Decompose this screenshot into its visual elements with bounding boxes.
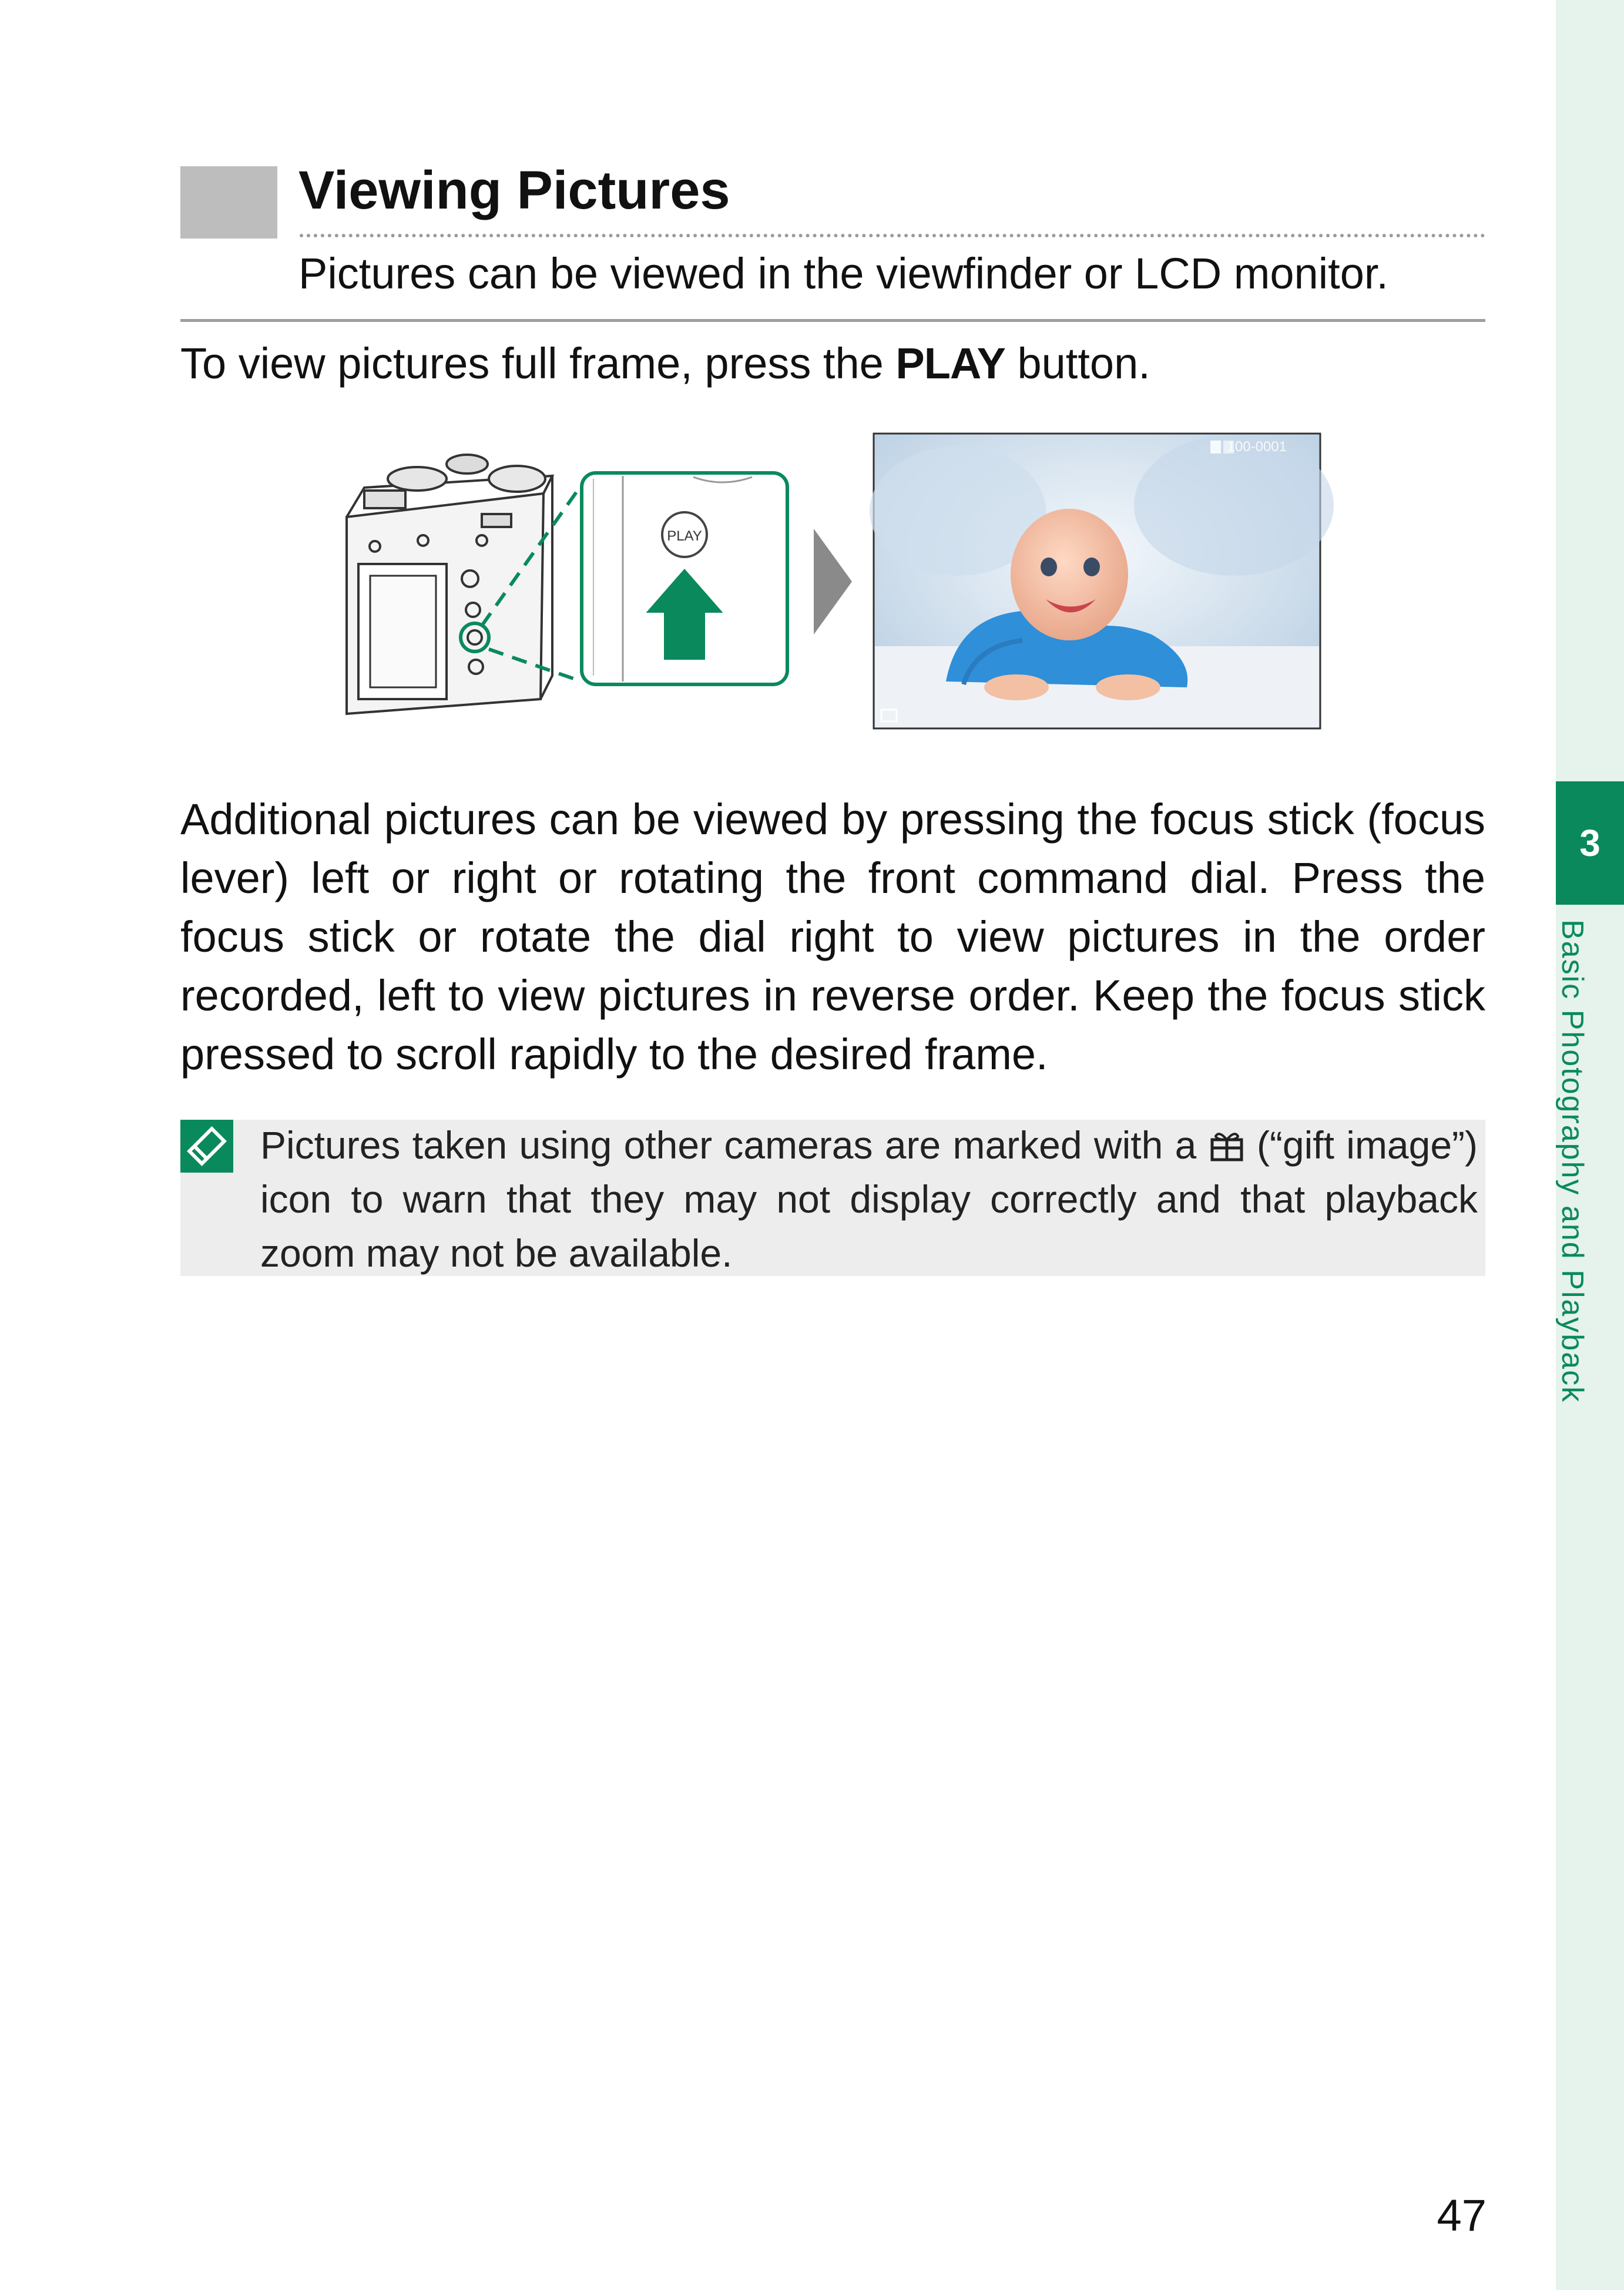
page-subtitle: Pictures can be viewed in the viewfinder… [298,249,1388,298]
intro-text: To view pictures full frame, press the P… [180,338,1150,390]
heading-marker [180,166,277,239]
note-text: Pictures taken using other cameras are m… [260,1118,1478,1280]
intro-after: button. [1005,339,1150,388]
body-paragraph: Additional pictures can be viewed by pre… [180,795,1485,1079]
frame-number: 100-0001 [1227,439,1287,455]
section-divider [180,319,1485,322]
page-title: Viewing Pictures [298,160,730,220]
intro-before: To view pictures full frame, press the [180,339,896,388]
gift-icon [1210,1133,1243,1161]
chapter-number: 3 [1579,822,1600,864]
playback-screen: 100-0001 [870,432,1334,730]
title-divider [300,234,1485,237]
play-button-text: PLAY [667,528,702,544]
play-button-label: PLAY [895,339,1006,388]
chapter-tab[interactable]: 3 [1556,781,1624,905]
arrow-right-icon [814,529,852,634]
camera-icon [345,454,555,716]
page-number: 47 [1437,2191,1487,2241]
chapter-title: Basic Photography and Playback [1555,919,1589,1403]
zoom-inset: PLAY [580,471,789,686]
play-button-illustration: PLAY 100-0001 [345,432,1334,730]
note-icon [180,1120,233,1173]
note-text-before: Pictures taken using other cameras are m… [260,1123,1209,1167]
